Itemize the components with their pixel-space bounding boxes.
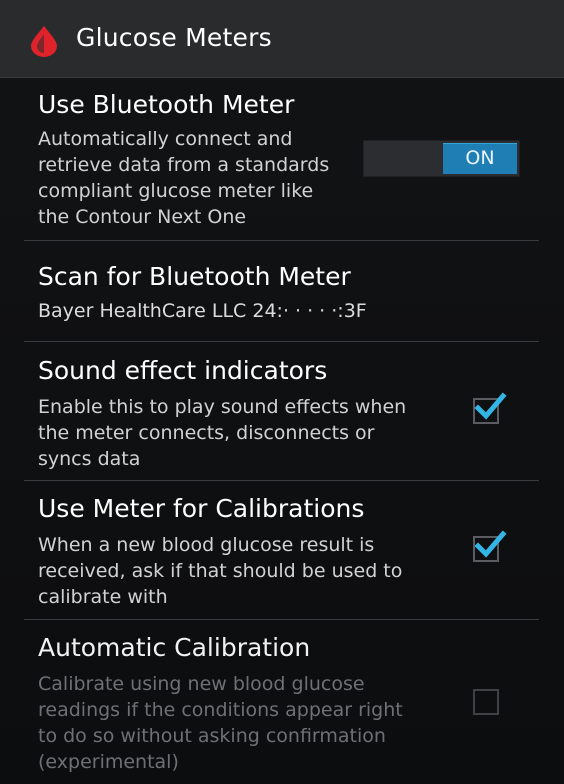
page-title: Glucose Meters	[76, 23, 272, 52]
setting-summary: When a new blood glucose result is recei…	[38, 534, 403, 608]
setting-title: Use Bluetooth Meter	[38, 90, 295, 119]
setting-scan-bluetooth-meter[interactable]: Scan for Bluetooth Meter Bayer HealthCar…	[24, 262, 538, 340]
setting-summary: Automatically connect and retrieve data …	[38, 128, 330, 228]
setting-sound-effect-indicators[interactable]: Sound effect indicators Enable this to p…	[24, 356, 538, 478]
sound-effects-checkbox[interactable]	[473, 392, 507, 424]
setting-title: Scan for Bluetooth Meter	[38, 262, 351, 291]
action-bar: Glucose Meters	[0, 0, 564, 78]
setting-summary: Calibrate using new blood glucose readin…	[38, 673, 403, 773]
divider	[24, 619, 539, 620]
setting-title: Automatic Calibration	[38, 633, 311, 662]
divider	[24, 240, 539, 241]
checkmark-icon	[474, 530, 507, 558]
setting-title: Use Meter for Calibrations	[38, 494, 365, 523]
setting-summary: Bayer HealthCare LLC 24:· · · · ·:3F	[38, 300, 367, 322]
automatic-calibration-checkbox[interactable]	[473, 689, 499, 715]
divider	[24, 341, 539, 342]
divider	[24, 480, 539, 481]
setting-title: Sound effect indicators	[38, 356, 328, 385]
setting-use-meter-for-calibrations[interactable]: Use Meter for Calibrations When a new bl…	[24, 494, 538, 616]
checkmark-icon	[474, 392, 507, 420]
setting-automatic-calibration[interactable]: Automatic Calibration Calibrate using ne…	[24, 633, 538, 783]
meter-calibrations-checkbox[interactable]	[473, 530, 507, 562]
toggle-on-label: ON	[443, 143, 517, 174]
bluetooth-meter-toggle[interactable]: ON	[363, 140, 520, 177]
setting-summary: Enable this to play sound effects when t…	[38, 396, 407, 470]
blood-drop-icon[interactable]	[29, 25, 59, 57]
